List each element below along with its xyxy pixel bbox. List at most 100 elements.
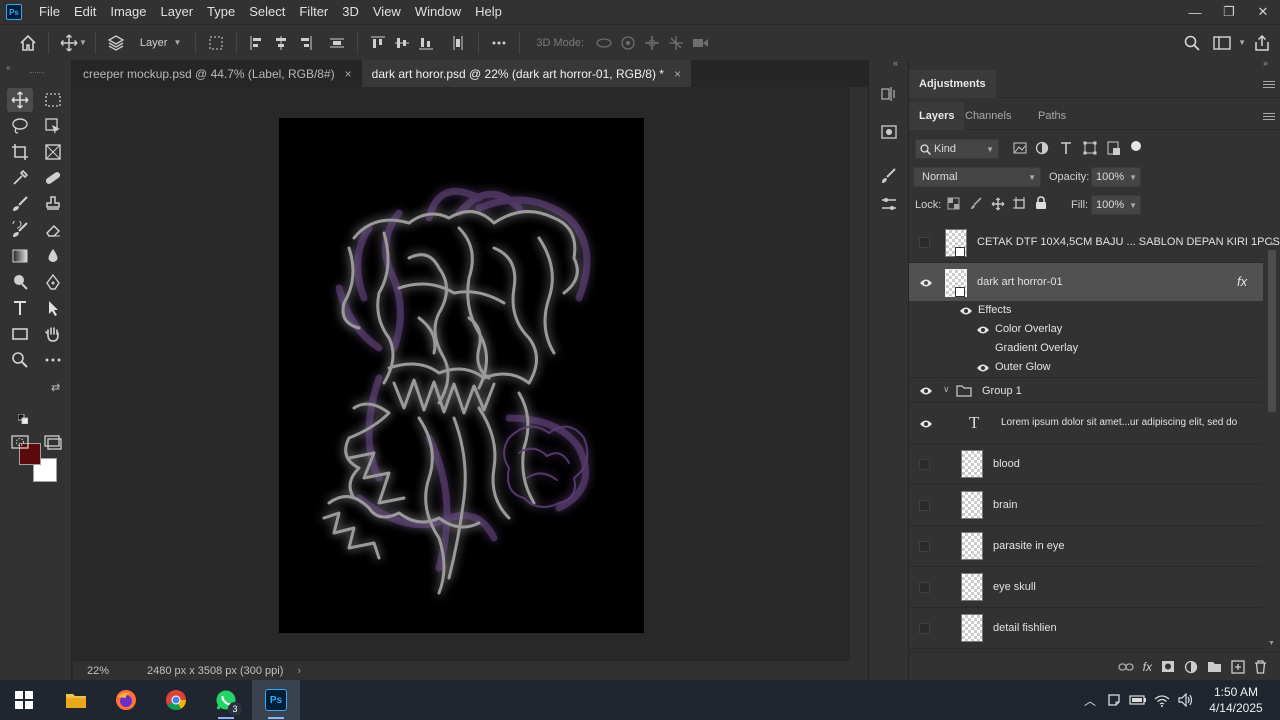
tab-creeper-mockup[interactable]: creeper mockup.psd @ 44.7% (Label, RGB/8…: [73, 60, 362, 87]
layers-scrollbar[interactable]: ▲ ▼: [1267, 240, 1277, 650]
gradient-tool-icon[interactable]: [7, 244, 33, 268]
tab-channels[interactable]: Channels: [965, 102, 1011, 130]
close-icon[interactable]: ×: [345, 67, 352, 81]
panel-menu-icon[interactable]: [1263, 79, 1275, 90]
align-top-icon[interactable]: [366, 31, 390, 55]
menu-help[interactable]: Help: [468, 0, 509, 24]
chrome-icon[interactable]: [152, 680, 200, 720]
healing-brush-tool-icon[interactable]: [40, 166, 66, 190]
home-icon[interactable]: [16, 31, 40, 55]
menu-edit[interactable]: Edit: [67, 0, 103, 24]
crop-tool-icon[interactable]: [7, 140, 33, 164]
tab-adjustments[interactable]: Adjustments: [909, 70, 996, 98]
collapse-arrows-icon[interactable]: «: [893, 58, 898, 68]
taskbar-clock[interactable]: 1:50 AM 4/14/2025: [1198, 684, 1274, 716]
layer-row[interactable]: blood: [909, 444, 1263, 485]
3d-orbit-icon[interactable]: [592, 31, 616, 55]
scroll-down-icon[interactable]: ▼: [1268, 640, 1275, 647]
brush-tool-icon[interactable]: [7, 192, 33, 216]
3d-scale-icon[interactable]: [688, 31, 712, 55]
move-tool-preset-icon[interactable]: [57, 31, 81, 55]
photoshop-icon[interactable]: Ps: [252, 680, 300, 720]
effect-row[interactable]: Outer Glow: [909, 358, 1263, 378]
filter-pixel-icon[interactable]: [1012, 140, 1030, 158]
clone-stamp-tool-icon[interactable]: [40, 192, 66, 216]
effect-row[interactable]: Color Overlay: [909, 320, 1263, 339]
move-tool-icon[interactable]: [7, 88, 33, 112]
properties-panel-icon[interactable]: [877, 192, 901, 216]
swap-colors-icon[interactable]: ⇄: [51, 381, 60, 394]
restore-button[interactable]: ❐: [1212, 0, 1246, 24]
edit-toolbar-icon[interactable]: [40, 348, 66, 372]
brush-settings-icon[interactable]: [877, 164, 901, 188]
delete-layer-icon[interactable]: [1254, 659, 1267, 674]
lock-artboard-icon[interactable]: [1013, 197, 1027, 211]
transform-controls-icon[interactable]: [204, 31, 228, 55]
layer-row[interactable]: eye skull: [909, 567, 1263, 608]
3d-slide-icon[interactable]: [664, 31, 688, 55]
workspace-icon[interactable]: [1210, 31, 1234, 55]
layer-row[interactable]: parasite in eye: [909, 526, 1263, 567]
chevron-down-icon[interactable]: ▼: [1238, 38, 1246, 47]
scroll-thumb[interactable]: [1268, 250, 1276, 412]
firefox-icon[interactable]: [102, 680, 150, 720]
filter-adjustment-icon[interactable]: [1034, 140, 1052, 158]
layer-row[interactable]: CETAK DTF 10X4,5CM BAJU ... SABLON DEPAN…: [909, 223, 1280, 263]
rectangle-tool-icon[interactable]: [7, 322, 33, 346]
eye-icon[interactable]: [976, 361, 990, 375]
menu-3d[interactable]: 3D: [335, 0, 366, 24]
minimize-button[interactable]: —: [1178, 0, 1212, 24]
eye-icon[interactable]: [959, 304, 973, 318]
layer-row[interactable]: T Lorem ipsum dolor sit amet...ur adipis…: [909, 403, 1263, 444]
file-explorer-icon[interactable]: [52, 680, 100, 720]
opacity-field[interactable]: 100% ▼: [1091, 167, 1141, 187]
menu-type[interactable]: Type: [200, 0, 242, 24]
effects-row[interactable]: Effects: [909, 301, 1263, 320]
type-tool-icon[interactable]: [7, 296, 33, 320]
lock-pixels-icon[interactable]: [970, 197, 984, 211]
menu-image[interactable]: Image: [103, 0, 153, 24]
menu-filter[interactable]: Filter: [292, 0, 335, 24]
layer-row[interactable]: brain: [909, 485, 1263, 526]
link-layers-icon[interactable]: [1118, 661, 1134, 673]
pen-tool-icon[interactable]: [40, 270, 66, 294]
whatsapp-icon[interactable]: 3: [202, 680, 250, 720]
blur-tool-icon[interactable]: [40, 244, 66, 268]
filter-smart-object-icon[interactable]: [1106, 140, 1124, 158]
canvas-vertical-scrollbar[interactable]: [850, 87, 868, 661]
status-menu-arrow[interactable]: ›: [297, 665, 301, 677]
eyedropper-tool-icon[interactable]: [7, 166, 33, 190]
visibility-toggle[interactable]: [919, 500, 930, 511]
lasso-tool-icon[interactable]: [7, 114, 33, 138]
tab-dark-art-horor[interactable]: dark art horor.psd @ 22% (dark art horro…: [361, 60, 691, 87]
document-canvas[interactable]: [279, 118, 644, 633]
add-mask-icon[interactable]: [1161, 660, 1175, 673]
filter-toggle-icon[interactable]: [1131, 141, 1141, 151]
more-options-icon[interactable]: [487, 31, 511, 55]
quick-mask-icon[interactable]: [7, 430, 33, 454]
toolbar-grip[interactable]: [30, 72, 44, 74]
new-fill-adjustment-icon[interactable]: [1184, 660, 1198, 674]
battery-icon[interactable]: [1126, 680, 1150, 720]
3d-roll-icon[interactable]: [616, 31, 640, 55]
eye-icon[interactable]: [919, 276, 933, 290]
dodge-tool-icon[interactable]: [7, 270, 33, 294]
share-icon[interactable]: [1250, 31, 1274, 55]
group-row[interactable]: ∨ Group 1: [909, 379, 1263, 403]
volume-icon[interactable]: [1174, 680, 1198, 720]
zoom-tool-icon[interactable]: [7, 348, 33, 372]
menu-file[interactable]: File: [32, 0, 67, 24]
menu-window[interactable]: Window: [408, 0, 468, 24]
visibility-toggle[interactable]: [919, 459, 930, 470]
menu-layer[interactable]: Layer: [154, 0, 201, 24]
new-layer-icon[interactable]: [1231, 659, 1245, 674]
blend-mode-dropdown[interactable]: Normal ▼: [913, 167, 1041, 187]
menu-select[interactable]: Select: [242, 0, 292, 24]
layer-row[interactable]: detail fishlien: [909, 608, 1263, 649]
eye-icon[interactable]: [919, 417, 933, 431]
lock-all-icon[interactable]: [1035, 196, 1049, 210]
align-right-icon[interactable]: [293, 31, 317, 55]
wifi-icon[interactable]: [1150, 680, 1174, 720]
filter-shape-icon[interactable]: [1082, 140, 1100, 158]
object-selection-tool-icon[interactable]: [40, 114, 66, 138]
